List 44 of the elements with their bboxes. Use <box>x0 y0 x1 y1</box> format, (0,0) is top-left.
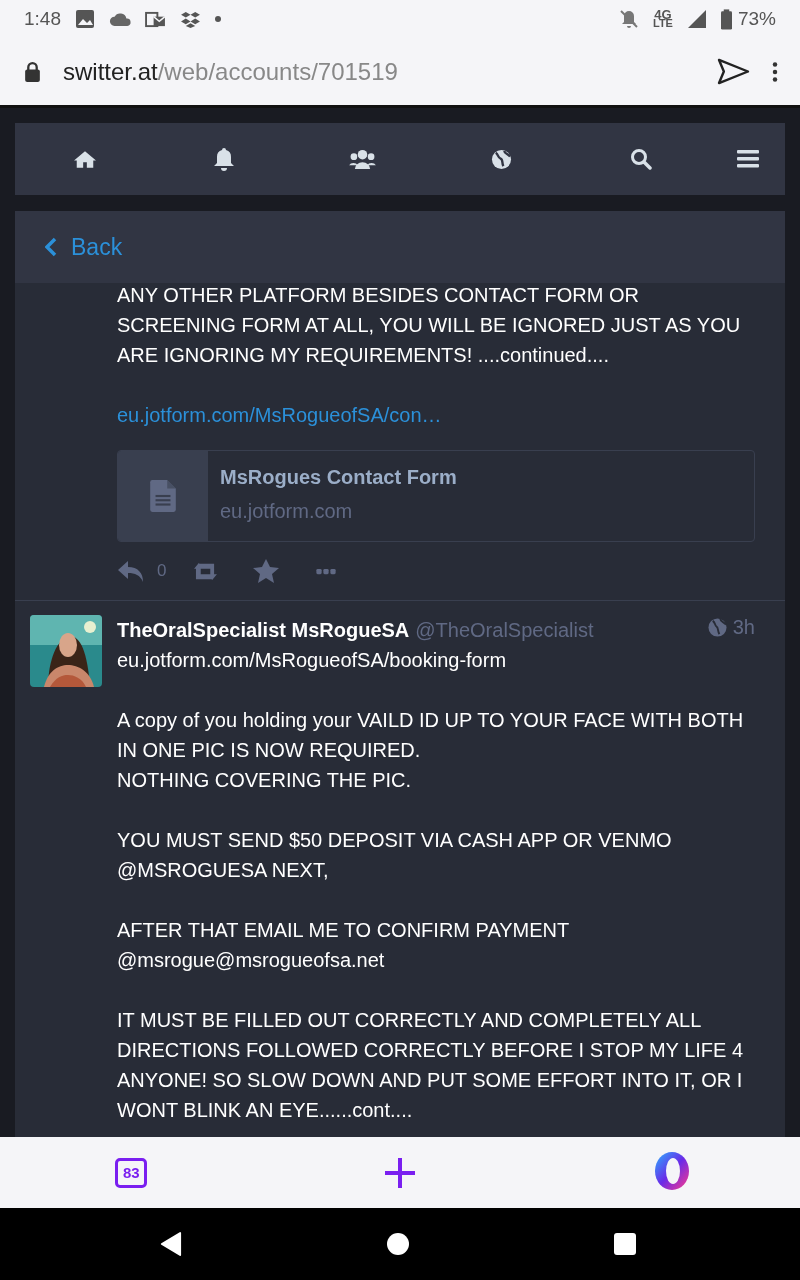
back-link[interactable]: Back <box>45 233 123 261</box>
battery-level: 73% <box>737 8 776 30</box>
bell-off-icon <box>619 9 639 29</box>
network-type: 4G LTE <box>653 10 673 28</box>
plus-icon[interactable] <box>384 1156 416 1189</box>
home-icon[interactable] <box>73 149 96 169</box>
image-icon <box>75 9 95 29</box>
post-text: AFTER THAT EMAIL ME TO CONFIRM PAYMENT @msrogue@msrogueofsa.net <box>117 917 570 973</box>
card-domain: eu.jotform.com <box>220 499 354 524</box>
send-icon[interactable] <box>717 58 750 85</box>
card-title: MsRogues Contact Form <box>220 465 457 490</box>
users-icon[interactable] <box>349 148 376 170</box>
document-icon <box>150 480 176 512</box>
o-ring-logo-icon[interactable] <box>652 1150 691 1191</box>
reply-count: 0 <box>157 560 167 582</box>
globe-icon[interactable] <box>491 148 512 170</box>
display-name[interactable]: TheOralSpecialist MsRogueSA <box>117 617 410 642</box>
clock-time: 1:48 <box>24 8 61 30</box>
chevron-left-icon <box>45 237 57 257</box>
back-icon[interactable] <box>160 1232 182 1256</box>
post-text: ANY OTHER PLATFORM BESIDES CONTACT FORM OR SCREENING FORM AT ALL, YOU WILL BE IGNORED JUST AS YOU ARE IGNORING MY REQUIREMENTS! ....continued.... <box>117 283 742 368</box>
cloud-icon <box>109 11 131 27</box>
lock-icon <box>24 61 41 82</box>
star-icon[interactable] <box>253 559 280 583</box>
post-link[interactable]: eu.jotform.com/MsRogueofSA/con… <box>117 404 442 426</box>
tab-count[interactable]: 83 <box>115 1157 148 1188</box>
link-card[interactable]: MsRogues Contact Form eu.jotform.com <box>117 450 755 542</box>
post-text: IT MUST BE FILLED OUT CORRECTLY AND COMPLETELY ALL DIRECTIONS FOLLOWED CORRECTLY BEFORE I STOP MY LIFE 4 ANYONE! SO SLOW DOWN AND PUT SOME EFFORT INTO IT, OR I WONT BLINK AN EYE......cont.... <box>117 1007 745 1123</box>
mail-icon <box>145 10 166 28</box>
signal-icon <box>686 9 707 29</box>
battery-icon <box>720 8 732 30</box>
bell-icon[interactable] <box>212 147 235 171</box>
box-icon <box>180 10 201 28</box>
search-icon[interactable] <box>629 148 652 170</box>
globe-icon <box>707 617 727 637</box>
post-text: eu.jotform.com/MsRogueofSA/booking-form <box>117 647 508 673</box>
post-text: YOU MUST SEND $50 DEPOSIT VIA CASH APP OR VENMO @MSROGUESA NEXT, <box>117 827 673 883</box>
more-icon[interactable] <box>315 567 338 575</box>
more-options-icon[interactable] <box>772 59 778 84</box>
reply-icon[interactable] <box>117 559 145 583</box>
home-button-icon[interactable] <box>387 1233 409 1255</box>
post-text: A copy of you holding your VAILD ID UP TO YOUR FACE WITH BOTH IN ONE PIC IS NOW REQUIRED. NOTHING COVERING THE PIC. <box>117 707 745 793</box>
dot-icon <box>215 16 221 22</box>
menu-icon[interactable] <box>737 150 759 168</box>
